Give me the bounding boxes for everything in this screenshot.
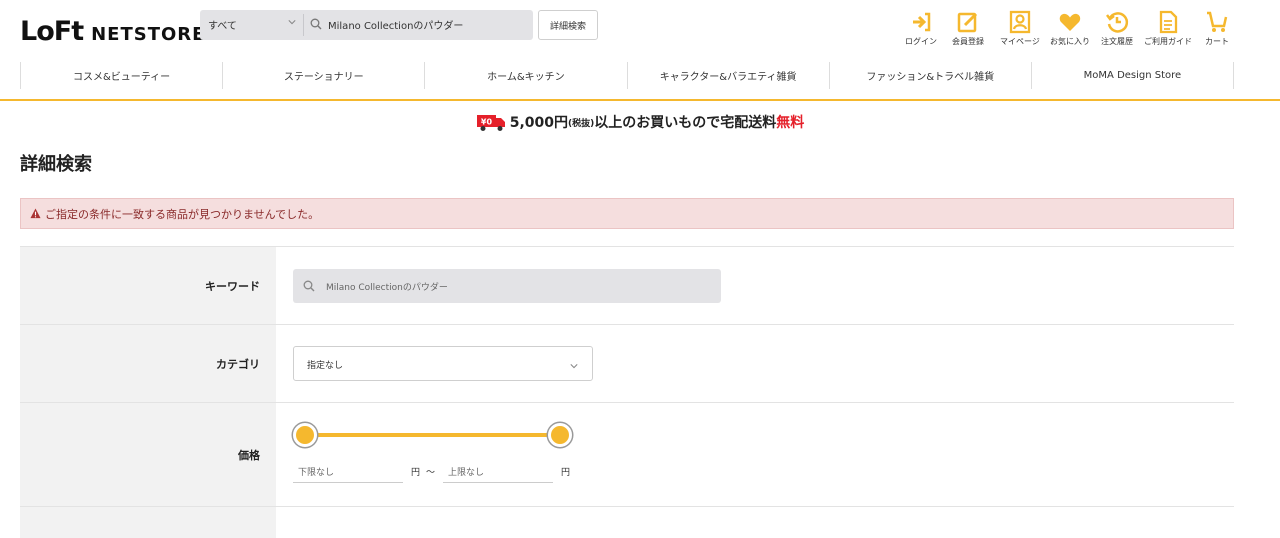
search-input[interactable]: Milano Collectionのパウダー [328,17,463,32]
yen-label: 円 [561,468,571,478]
category-row: カテゴリ 指定なし [20,324,1234,402]
page-title: 詳細検索 [20,154,92,175]
category-nav: コスメ&ビューティー ステーショナリー ホーム&キッチン キャラクター&バラエテ… [20,62,1235,89]
alert-text: ご指定の条件に一致する商品が見つかりませんでした。 [45,207,320,221]
keyword-value: Milano Collectionのパウダー [326,283,448,293]
color-swatches [276,507,1234,538]
guide-link[interactable]: ご利用ガイド [1144,10,1192,47]
keyword-label: キーワード [20,247,276,324]
warning-icon [30,208,41,219]
color-row [20,506,1234,538]
price-slider-min-handle[interactable] [293,423,317,447]
price-label: 価格 [20,403,276,506]
logo-text: NETSTORE [91,24,206,45]
login-icon [913,12,931,32]
chevron-down-icon[interactable] [288,18,296,26]
shipping-banner[interactable]: ¥0 5,000円 (税抜) 以上のお買いもので宅配送料 無料 [0,111,1280,133]
keyword-input[interactable]: Milano Collectionのパウダー [293,269,721,303]
util-label: マイページ [1000,37,1040,46]
util-label: カート [1205,37,1229,46]
banner-free: 無料 [776,115,805,131]
register-icon [957,12,978,33]
price-min-input[interactable]: 下限なし [293,461,403,483]
search-category-select[interactable]: すべて [208,17,237,32]
util-label: ログイン [905,37,937,46]
nav-item-character[interactable]: キャラクター&バラエティ雑貨 [628,62,830,89]
guide-icon [1159,10,1178,34]
no-results-alert: ご指定の条件に一致する商品が見つかりませんでした。 [20,198,1234,229]
nav-item-fashion[interactable]: ファッション&トラベル雑貨 [830,62,1032,89]
price-slider-max-handle[interactable] [548,423,572,447]
advanced-search-button[interactable]: 詳細検索 [538,10,598,40]
cart-link[interactable]: カート [1205,10,1229,47]
color-label [20,507,276,538]
nav-item-home-kitchen[interactable]: ホーム&キッチン [425,62,628,89]
yen-label: 円 [411,468,421,478]
chevron-down-icon [570,364,578,369]
price-row: 価格 下限なし 円 〜 上限なし 円 [20,402,1234,506]
banner-tax: (税抜) [568,118,595,129]
util-label: 注文履歴 [1101,37,1133,46]
search-divider [303,14,304,36]
nav-divider [0,99,1280,101]
order-history-link[interactable]: 注文履歴 [1101,10,1133,47]
category-value: 指定なし [307,361,344,371]
banner-amount: 5,000円 [509,115,569,131]
category-label: カテゴリ [20,325,276,402]
advanced-search-form: キーワード Milano Collectionのパウダー カテゴリ 指定なし 価… [20,246,1234,538]
nav-item-stationery[interactable]: ステーショナリー [223,62,426,89]
util-label: お気に入り [1050,37,1090,46]
tilde-label: 〜 [426,468,436,478]
favorites-link[interactable]: お気に入り [1050,10,1090,47]
cart-icon [1207,11,1228,32]
util-label: 会員登録 [952,37,984,46]
price-slider-track[interactable] [305,433,560,437]
util-label: ご利用ガイド [1144,37,1192,46]
category-select[interactable]: 指定なし [293,346,593,381]
logo-mark: LoFt [20,16,84,47]
banner-text: 以上のお買いもので宅配送料 [594,115,777,131]
heart-icon [1059,13,1081,31]
nav-item-moma[interactable]: MoMA Design Store [1032,62,1235,89]
login-link[interactable]: ログイン [905,10,937,47]
header-search: すべて Milano Collectionのパウダー [200,10,533,40]
search-icon[interactable] [310,18,322,30]
search-icon [303,280,315,292]
history-icon [1106,12,1129,33]
price-max-input[interactable]: 上限なし [443,461,553,483]
register-link[interactable]: 会員登録 [952,10,984,47]
mypage-icon [1009,10,1031,34]
header: LoFt NETSTORE すべて Milano Collectionのパウダー… [0,0,1280,60]
site-logo[interactable]: LoFt NETSTORE [20,16,205,47]
truck-icon: ¥0 [476,115,505,131]
nav-item-cosme[interactable]: コスメ&ビューティー [20,62,224,89]
keyword-row: キーワード Milano Collectionのパウダー [20,246,1234,324]
truck-badge: ¥0 [481,118,493,127]
mypage-link[interactable]: マイページ [1000,10,1040,47]
